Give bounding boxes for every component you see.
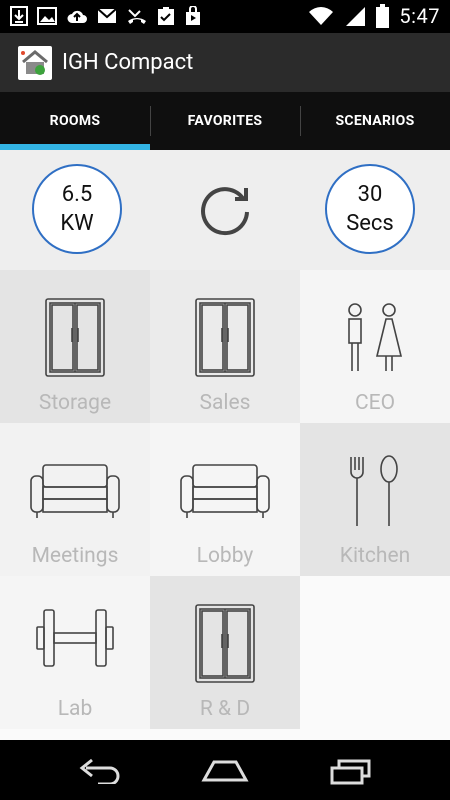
app-title: IGH Compact	[62, 50, 194, 75]
wifi-icon	[309, 7, 334, 25]
fork-spoon-icon	[350, 455, 398, 526]
back-icon[interactable]	[78, 756, 122, 784]
app-logo[interactable]	[18, 46, 52, 80]
door-icon	[195, 604, 255, 683]
room-label: Meetings	[31, 544, 119, 568]
room-tile-meetings[interactable]: Meetings	[0, 423, 150, 576]
image-icon	[37, 7, 57, 25]
tab-scenarios[interactable]: SCENARIOS	[300, 92, 450, 150]
rooms-grid: Storage Sales CEO Meetings Lobby Kitchen…	[0, 270, 450, 729]
tab-rooms[interactable]: ROOMS	[0, 92, 150, 150]
room-tile-lab[interactable]: Lab	[0, 576, 150, 729]
tab-label: ROOMS	[49, 113, 101, 129]
task-check-icon	[158, 7, 174, 25]
dumbbell-icon	[36, 609, 114, 667]
tab-bar: ROOMS FAVORITES SCENARIOS	[0, 92, 450, 150]
info-row: 6.5 KW 30 Secs	[0, 150, 450, 270]
signal-icon	[346, 7, 366, 26]
tab-favorites[interactable]: FAVORITES	[150, 92, 300, 150]
clock: 5:47	[399, 4, 440, 28]
navigation-bar	[0, 740, 450, 800]
room-label: CEO	[354, 391, 396, 415]
room-label: Kitchen	[339, 544, 411, 568]
room-label: Lobby	[196, 544, 254, 568]
room-tile-kitchen[interactable]: Kitchen	[300, 423, 450, 576]
room-tile-sales[interactable]: Sales	[150, 270, 300, 423]
tab-label: FAVORITES	[187, 113, 263, 129]
gmail-icon	[97, 8, 117, 23]
cloud-upload-icon	[67, 10, 87, 23]
status-bar: 5:47	[0, 0, 450, 33]
power-value: 6.5	[61, 182, 93, 207]
house-icon	[21, 50, 48, 75]
room-tile-rnd[interactable]: R & D	[150, 576, 300, 729]
battery-icon	[376, 4, 390, 28]
download-icon	[10, 6, 28, 26]
missed-call-icon	[128, 9, 146, 24]
room-label: R & D	[199, 697, 251, 721]
recent-apps-icon[interactable]	[329, 756, 373, 786]
room-tile-storage[interactable]: Storage	[0, 270, 150, 423]
action-bar: IGH Compact	[0, 33, 450, 92]
power-indicator[interactable]: 6.5 KW	[32, 164, 122, 254]
timer-unit: Secs	[346, 211, 394, 236]
refresh-icon[interactable]	[195, 178, 255, 238]
play-store-icon	[186, 6, 200, 25]
tab-label: SCENARIOS	[335, 113, 415, 129]
room-label: Sales	[199, 391, 251, 415]
home-icon[interactable]	[200, 756, 250, 784]
restroom-icon	[348, 303, 403, 371]
sofa-icon	[30, 464, 120, 518]
room-tile-ceo[interactable]: CEO	[300, 270, 450, 423]
door-icon	[195, 298, 255, 377]
power-unit: KW	[60, 211, 94, 236]
room-label: Storage	[38, 391, 112, 415]
room-tile-lobby[interactable]: Lobby	[150, 423, 300, 576]
timer-value: 30	[357, 182, 383, 207]
door-icon	[45, 298, 105, 377]
timer-indicator[interactable]: 30 Secs	[325, 164, 415, 254]
sofa-icon	[180, 464, 270, 518]
room-label: Lab	[57, 697, 93, 721]
